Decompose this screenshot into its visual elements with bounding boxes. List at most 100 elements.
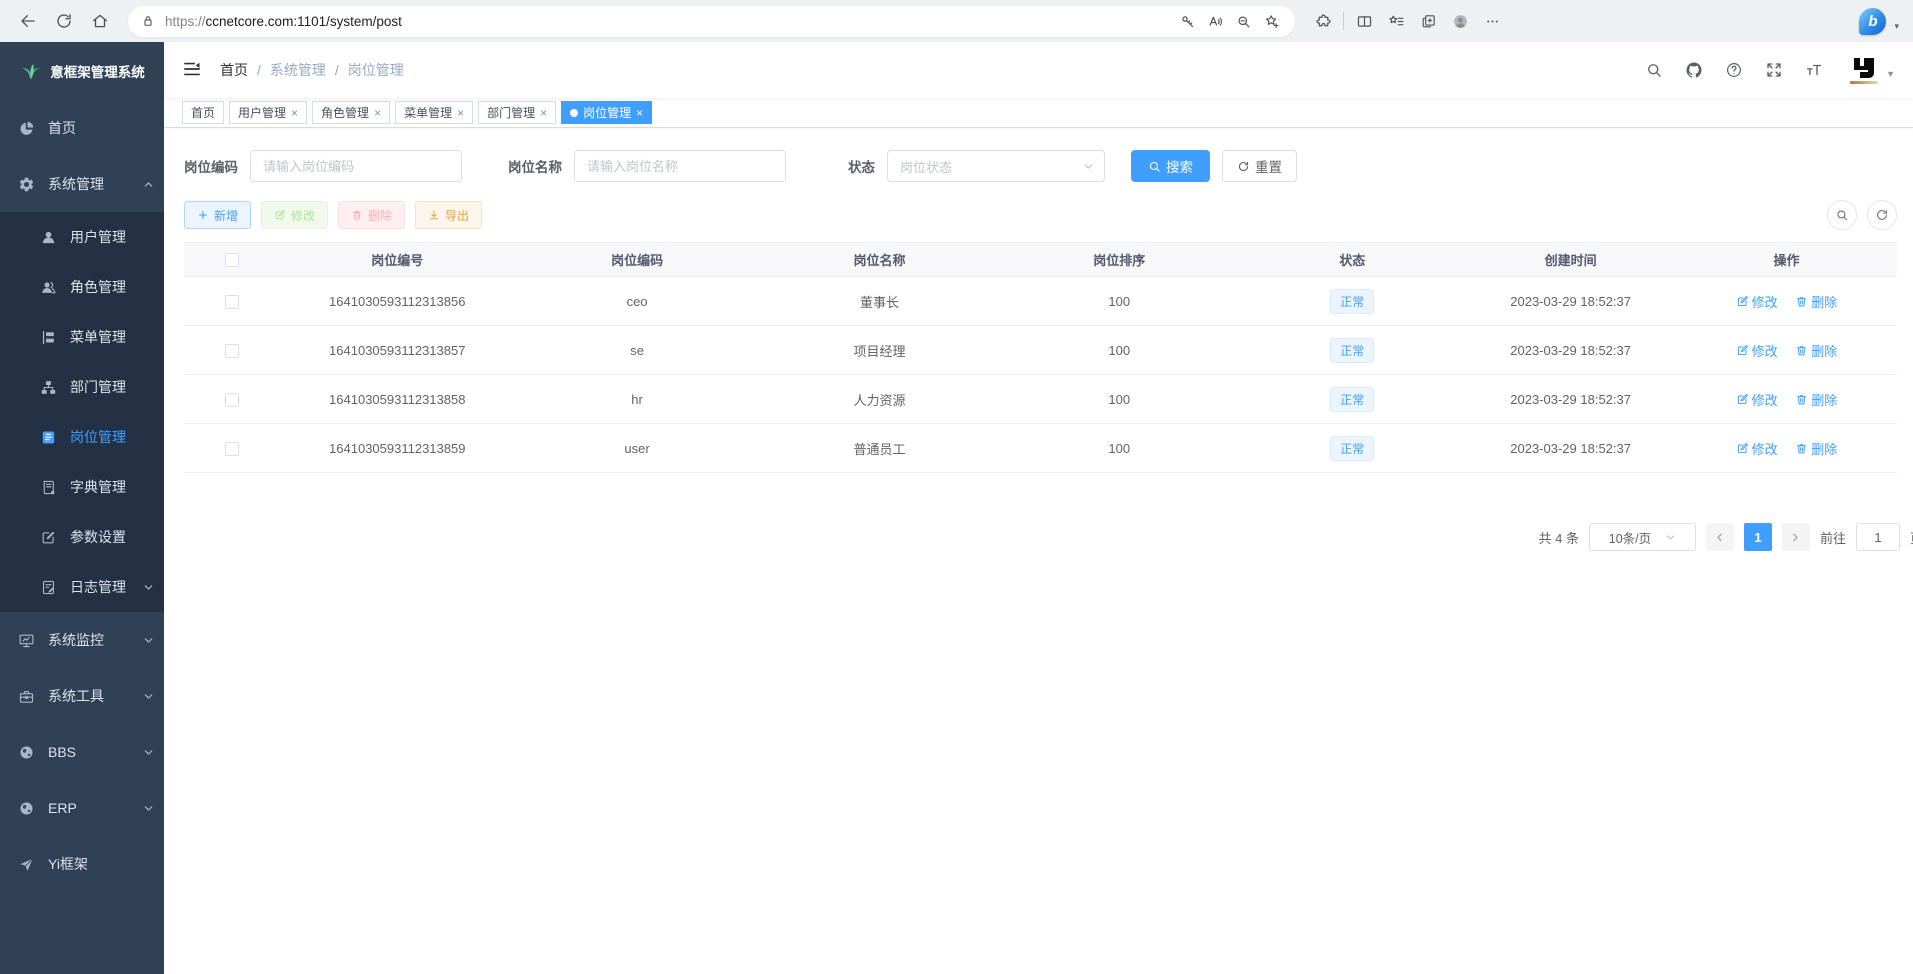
prev-page-button[interactable] (1706, 523, 1734, 551)
edit-button[interactable]: 修改 (261, 201, 328, 229)
row-delete-link[interactable]: 删除 (1795, 439, 1837, 458)
read-aloud-icon[interactable] (1201, 7, 1229, 35)
tab-menu-management[interactable]: 菜单管理 (395, 101, 473, 124)
row-delete-link[interactable]: 删除 (1795, 390, 1837, 409)
close-icon[interactable] (374, 107, 381, 119)
sidebar-item-label: 系统工具 (48, 686, 104, 706)
pagination-total: 共 4 条 (1539, 528, 1579, 547)
more-menu-icon[interactable] (1476, 5, 1508, 37)
split-screen-icon[interactable] (1348, 5, 1380, 37)
cell-create-time: 2023-03-29 18:52:37 (1465, 277, 1676, 326)
help-icon[interactable] (1718, 54, 1750, 86)
copilot-icon[interactable]: b (1859, 8, 1886, 35)
page-size-select[interactable]: 10条/页 (1589, 523, 1696, 551)
tab-role-management[interactable]: 角色管理 (312, 101, 390, 124)
breadcrumb-system-management: 系统管理 (270, 60, 326, 80)
table-header-row: 岗位编号 岗位编码 岗位名称 岗位排序 状态 创建时间 操作 (184, 243, 1897, 277)
sidebar-item-dictionary-management[interactable]: 字典管理 (0, 462, 164, 512)
close-icon[interactable] (636, 107, 643, 119)
delete-button[interactable]: 删除 (338, 201, 405, 229)
tab-user-management[interactable]: 用户管理 (229, 101, 307, 124)
app-header: 首页 / 系统管理 / 岗位管理 (164, 42, 1913, 98)
row-checkbox[interactable] (225, 442, 239, 456)
sidebar-item-label: Yi框架 (48, 854, 88, 874)
close-icon[interactable] (540, 107, 547, 119)
show-search-toggle-button[interactable] (1827, 200, 1857, 230)
add-button[interactable]: 新增 (184, 201, 251, 229)
browser-home-button[interactable] (82, 4, 118, 38)
row-edit-link[interactable]: 修改 (1736, 341, 1778, 360)
address-bar[interactable]: https://ccnetcore.com:1101/system/post (128, 6, 1295, 37)
zoom-out-icon[interactable] (1229, 7, 1257, 35)
post-code-input[interactable] (250, 150, 462, 182)
chevron-right-icon (1790, 532, 1801, 543)
refresh-table-button[interactable] (1867, 200, 1897, 230)
row-edit-link[interactable]: 修改 (1736, 439, 1778, 458)
cell-post-id: 1641030593112313857 (280, 326, 515, 375)
page-number-1[interactable]: 1 (1744, 523, 1772, 551)
sidebar-item-system-management[interactable]: 系统管理 (0, 156, 164, 212)
breadcrumb-home[interactable]: 首页 (220, 60, 248, 80)
password-key-icon[interactable] (1173, 7, 1201, 35)
sidebar-item-system-monitor[interactable]: 系统监控 (0, 612, 164, 668)
fullscreen-icon[interactable] (1758, 54, 1790, 86)
sidebar-item-system-tools[interactable]: 系统工具 (0, 668, 164, 724)
cell-create-time: 2023-03-29 18:52:37 (1465, 375, 1676, 424)
status-badge: 正常 (1330, 289, 1374, 314)
sidebar-item-department-management[interactable]: 部门管理 (0, 362, 164, 412)
status-badge: 正常 (1330, 338, 1374, 363)
row-edit-link[interactable]: 修改 (1736, 390, 1778, 409)
select-all-checkbox[interactable] (225, 253, 239, 267)
add-favorite-star-icon[interactable] (1257, 7, 1285, 35)
status-label: 状态 (848, 156, 875, 176)
reset-button[interactable]: 重置 (1222, 150, 1297, 182)
profile-avatar-icon[interactable] (1444, 5, 1476, 37)
collapse-sidebar-icon[interactable] (182, 59, 204, 81)
sidebar-item-yi-framework[interactable]: Yi框架 (0, 836, 164, 892)
next-page-button[interactable] (1782, 523, 1810, 551)
header-search-icon[interactable] (1638, 54, 1670, 86)
sidebar-item-post-management[interactable]: 岗位管理 (0, 412, 164, 462)
export-button[interactable]: 导出 (415, 201, 482, 229)
sidebar-item-erp[interactable]: ERP (0, 780, 164, 836)
sidebar-item-parameter-settings[interactable]: 参数设置 (0, 512, 164, 562)
tab-post-management[interactable]: 岗位管理 (561, 101, 652, 124)
favorites-icon[interactable] (1380, 5, 1412, 37)
search-button[interactable]: 搜索 (1131, 150, 1210, 182)
row-delete-link[interactable]: 删除 (1795, 292, 1837, 311)
tab-home[interactable]: 首页 (182, 101, 224, 124)
plus-icon (197, 209, 209, 221)
close-icon[interactable] (291, 107, 298, 119)
github-icon[interactable] (1678, 54, 1710, 86)
status-select[interactable]: 岗位状态 (887, 150, 1105, 182)
extensions-icon[interactable] (1307, 5, 1339, 37)
edit-icon (1736, 393, 1749, 406)
sidebar-item-role-management[interactable]: 角色管理 (0, 262, 164, 312)
row-checkbox[interactable] (225, 344, 239, 358)
post-name-input[interactable] (574, 150, 786, 182)
browser-refresh-button[interactable] (46, 4, 82, 38)
sidebar-item-user-management[interactable]: 用户管理 (0, 212, 164, 262)
goto-page-input[interactable] (1856, 523, 1900, 551)
back-arrow-icon (19, 12, 37, 30)
row-edit-link[interactable]: 修改 (1736, 292, 1778, 311)
edit-icon (1736, 295, 1749, 308)
browser-back-button[interactable] (10, 4, 46, 38)
post-badge-icon (40, 429, 57, 446)
user-avatar[interactable]: ▼ (1848, 54, 1895, 86)
sidebar-item-home[interactable]: 首页 (0, 100, 164, 156)
user-icon (40, 229, 57, 246)
row-checkbox[interactable] (225, 393, 239, 407)
row-delete-link[interactable]: 删除 (1795, 341, 1837, 360)
sidebar-item-menu-management[interactable]: 菜单管理 (0, 312, 164, 362)
sidebar-item-bbs[interactable]: BBS (0, 724, 164, 780)
collections-icon[interactable] (1412, 5, 1444, 37)
close-icon[interactable] (457, 107, 464, 119)
row-checkbox[interactable] (225, 295, 239, 309)
chevron-down-icon (143, 691, 154, 702)
sidebar-item-log-management[interactable]: 日志管理 (0, 562, 164, 612)
tab-department-management[interactable]: 部门管理 (478, 101, 556, 124)
text-size-icon[interactable] (1798, 54, 1830, 86)
cell-post-name: 人力资源 (760, 375, 1000, 424)
copilot-caret-icon[interactable]: ▾ (1894, 21, 1899, 32)
